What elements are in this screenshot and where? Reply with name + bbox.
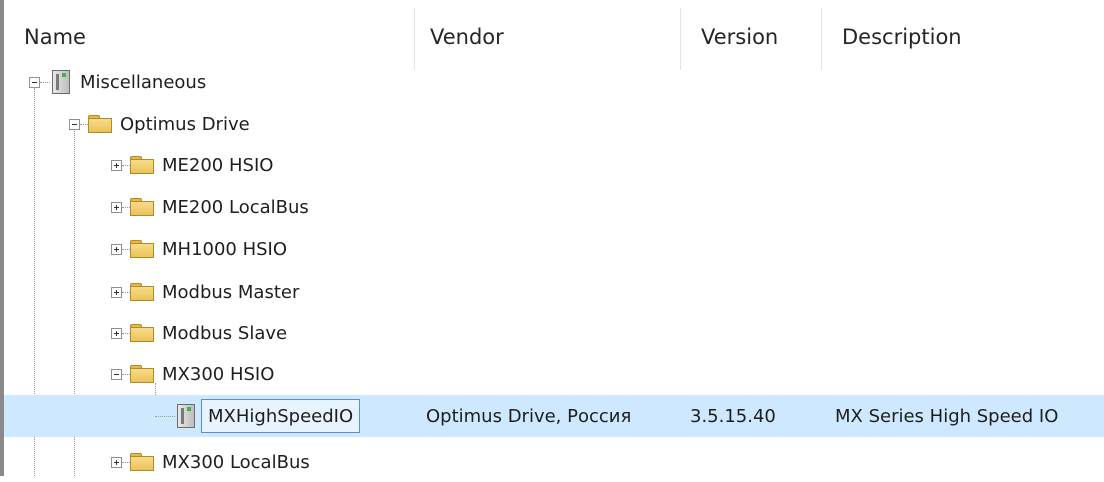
expand-icon[interactable] [111,456,122,468]
tree-row-mx300-localbus[interactable]: MX300 LocalBus [4,442,1104,482]
device-tree: Miscellaneous Optimus Drive ME200 HSIO M… [0,0,1104,476]
folder-icon [130,283,154,301]
tree-row-modbus-slave[interactable]: Modbus Slave [4,313,1104,353]
collapse-icon[interactable] [69,118,80,130]
tree-item-label: Optimus Drive [120,113,250,135]
folder-icon [130,453,154,471]
folder-icon [130,198,154,216]
description-cell: MX Series High Speed IO [835,405,1059,427]
device-icon [50,70,72,94]
folder-icon [130,240,154,258]
tree-item-label: Modbus Master [162,281,300,303]
tree-connector-line [122,206,130,208]
expand-icon[interactable] [111,159,122,171]
tree-row-mxhighspeedio[interactable]: MXHighSpeedIO Optimus Drive, Россия 3.5.… [4,395,1104,437]
tree-connector-line [122,461,130,463]
vendor-cell: Optimus Drive, Россия [426,405,632,427]
tree-item-label: ME200 LocalBus [162,196,309,218]
expand-icon[interactable] [111,286,122,298]
tree-connector-line [122,291,130,293]
tree-item-label: MX300 LocalBus [162,451,310,473]
expand-icon[interactable] [111,327,122,339]
tree-row-me200-hsio[interactable]: ME200 HSIO [4,145,1104,185]
tree-connector-line [122,373,130,375]
tree-connector-line [80,123,88,125]
device-icon [175,404,197,428]
tree-item-label: MH1000 HSIO [162,238,288,260]
version-cell: 3.5.15.40 [690,405,776,427]
tree-row-mx300-hsio[interactable]: MX300 HSIO [4,354,1104,394]
tree-item-label: Modbus Slave [162,322,288,344]
tree-item-label: Miscellaneous [80,71,207,93]
tree-row-mh1000-hsio[interactable]: MH1000 HSIO [4,229,1104,269]
tree-row-me200-localbus[interactable]: ME200 LocalBus [4,187,1104,227]
tree-item-label: ME200 HSIO [162,154,274,176]
tree-connector-line [122,164,130,166]
tree-connector-line [40,81,50,83]
tree-item-label: MX300 HSIO [162,363,275,385]
tree-connector-line [122,248,130,250]
tree-connector-line [155,415,175,417]
collapse-icon[interactable] [29,76,40,88]
folder-icon [130,324,154,342]
tree-row-optimus-drive[interactable]: Optimus Drive [4,104,1104,144]
collapse-icon[interactable] [111,368,122,380]
tree-row-miscellaneous[interactable]: Miscellaneous [4,62,1104,102]
expand-icon[interactable] [111,201,122,213]
expand-icon[interactable] [111,243,122,255]
tree-row-modbus-master[interactable]: Modbus Master [4,272,1104,312]
folder-icon [130,365,154,383]
tree-connector-line [122,332,130,334]
folder-icon [130,156,154,174]
folder-icon [88,115,112,133]
tree-item-label[interactable]: MXHighSpeedIO [201,399,361,433]
